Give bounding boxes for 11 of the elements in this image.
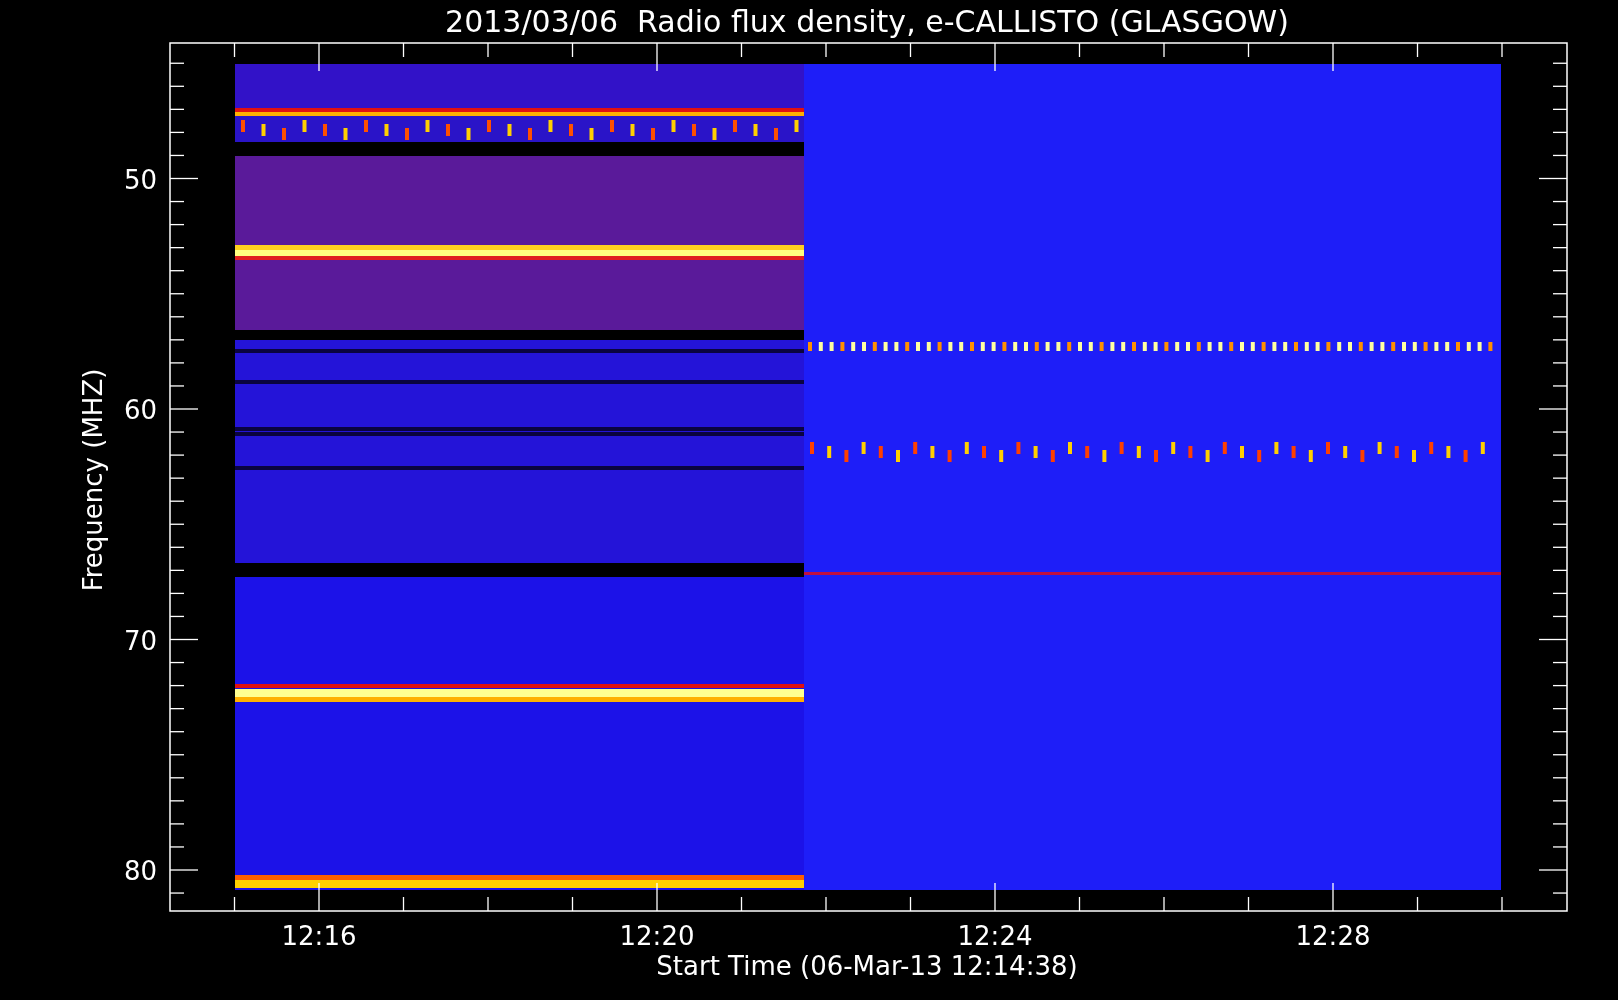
y-tick-label: 70 — [123, 625, 157, 656]
y-tick-label: 80 — [123, 856, 157, 886]
x-axis-label: Start Time (06-Mar-13 12:14:38) — [656, 951, 1078, 981]
x-tick-label: 12:20 — [619, 921, 695, 951]
x-tick-label: 12:28 — [1295, 921, 1371, 951]
chart-title: 2013/03/06 Radio flux density, e-CALLISTO (GLASGOW) — [445, 4, 1289, 39]
y-tick-label: 60 — [123, 395, 157, 425]
x-tick-label: 12:16 — [281, 921, 357, 951]
x-tick-label: 12:24 — [957, 921, 1033, 951]
y-tick-label: 50 — [123, 164, 157, 195]
y-axis-label: Frequency (MHZ) — [78, 368, 108, 592]
